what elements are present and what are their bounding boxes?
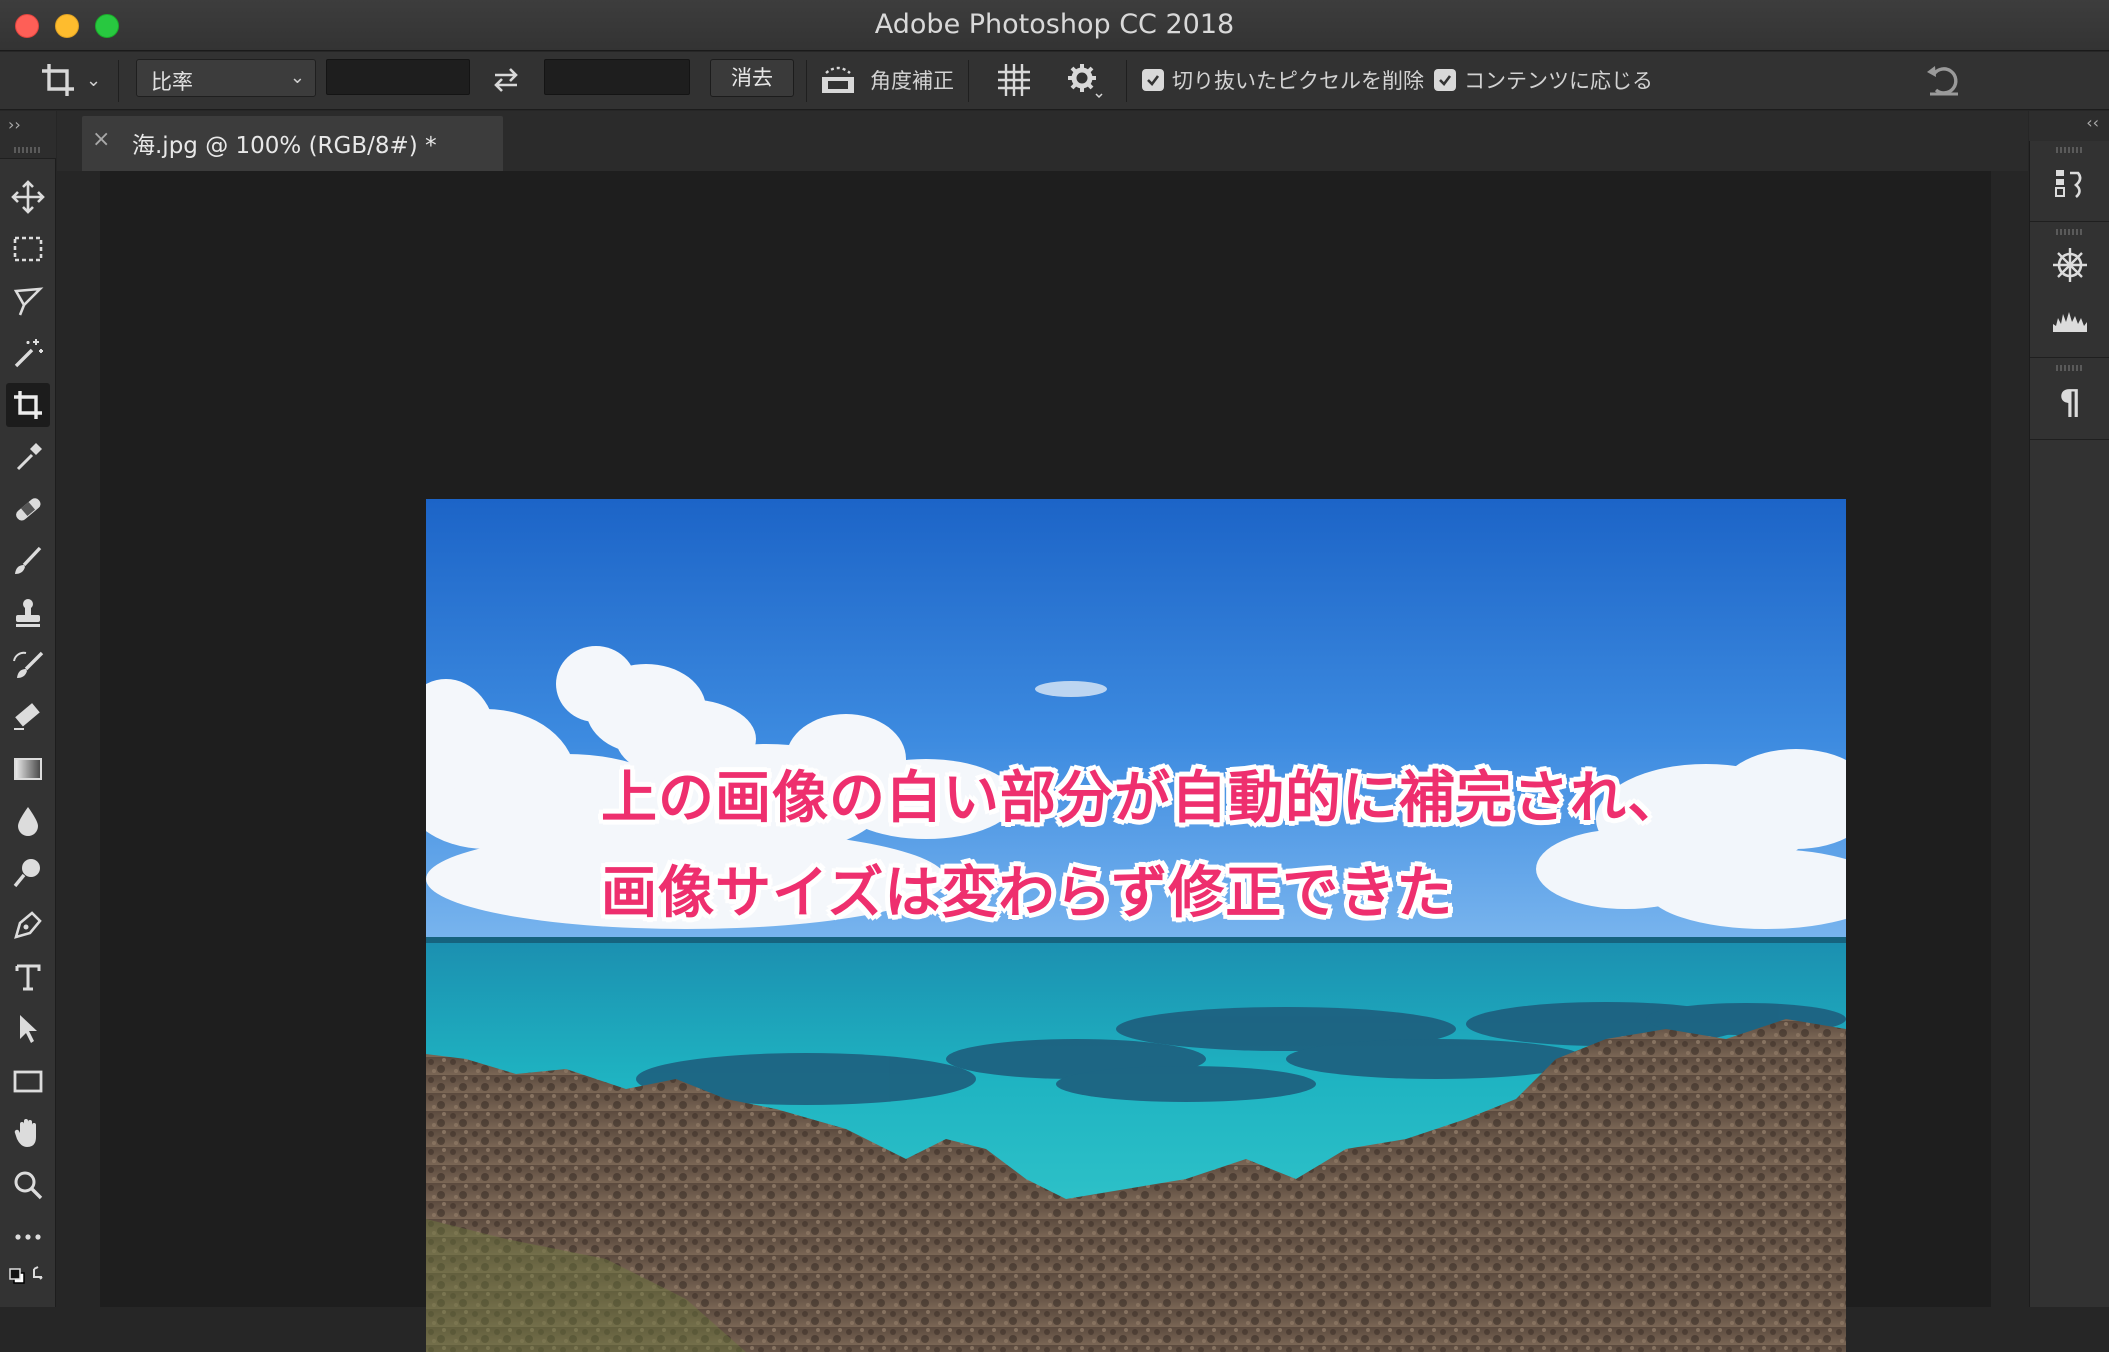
straighten-icon — [822, 66, 854, 93]
history-brush-tool[interactable] — [6, 643, 50, 687]
blur-tool[interactable] — [6, 799, 50, 843]
paragraph-icon: ¶ — [2059, 383, 2081, 423]
swap-arrows-icon — [494, 68, 518, 92]
dodge-tool[interactable] — [6, 851, 50, 895]
more-tools-button[interactable] — [6, 1215, 50, 1259]
overlay-text-line-2: 画像サイズは変わらず修正できた — [601, 861, 1454, 926]
chevron-down-icon: ⌄ — [86, 69, 102, 91]
rectangle-tool[interactable] — [6, 1059, 50, 1103]
bandage-icon — [16, 498, 41, 521]
height-field[interactable] — [544, 59, 690, 95]
default-colors-icon — [9, 1266, 43, 1284]
canvas-area[interactable]: 上の画像の白い部分が自動的に補完され、 画像サイズは変わらず修正できた — [100, 171, 1991, 1352]
reset-crop-button[interactable] — [1924, 60, 1964, 100]
move-tool[interactable] — [6, 175, 50, 219]
type-icon — [15, 964, 41, 991]
brush-icon — [15, 546, 42, 574]
pen-tool[interactable] — [6, 903, 50, 947]
type-tool[interactable] — [6, 955, 50, 999]
aspect-ratio-value: 比率 — [151, 70, 193, 94]
hand-tool[interactable] — [6, 1111, 50, 1155]
color-swatches[interactable] — [4, 1259, 52, 1299]
clear-button[interactable]: 消去 — [710, 59, 794, 97]
histogram-panel-button[interactable] — [2044, 293, 2096, 345]
eraser-tool[interactable] — [6, 695, 50, 739]
lasso-tool[interactable] — [6, 279, 50, 323]
collapse-dock-icon[interactable]: ‹‹ — [2086, 113, 2099, 132]
pen-icon — [14, 911, 42, 939]
panel-grip[interactable] — [2056, 229, 2084, 235]
crop-settings-button[interactable] — [1064, 60, 1104, 100]
toolbar-header: ›› — [0, 111, 56, 159]
crop-icon — [42, 64, 74, 96]
overlay-text-line-1: 上の画像の白い部分が自動的に補完され、 — [601, 766, 1685, 831]
water-drop-icon — [18, 807, 38, 836]
tool-preset-picker[interactable]: ⌄ — [38, 60, 101, 100]
title-bar: Adobe Photoshop CC 2018 — [0, 0, 2109, 51]
lasso-icon — [13, 287, 44, 316]
content-aware-label: コンテンツに応じる — [1464, 69, 1653, 93]
brush-tool[interactable] — [6, 539, 50, 583]
delete-cropped-pixels-checkbox[interactable]: 切り抜いたピクセルを削除 — [1142, 60, 1424, 100]
hand-icon — [14, 1119, 36, 1147]
overlay-options-button[interactable] — [994, 60, 1034, 100]
grid-overlay-icon — [998, 64, 1030, 96]
move-icon — [11, 180, 45, 214]
gear-icon — [1068, 64, 1103, 99]
crop-icon — [14, 391, 42, 419]
document-tab[interactable]: × 海.jpg @ 100% (RGB/8#) * — [82, 116, 503, 171]
arrow-cursor-icon — [20, 1015, 37, 1043]
chevron-down-icon: ⌄ — [289, 67, 305, 88]
straighten-button[interactable]: 角度補正 — [818, 60, 954, 100]
document-tab-title: 海.jpg @ 100% (RGB/8#) * — [132, 133, 437, 159]
healing-brush-tool[interactable] — [6, 487, 50, 531]
zoom-tool[interactable] — [6, 1163, 50, 1207]
magic-wand-tool[interactable] — [6, 331, 50, 375]
checkbox-checked-icon — [1434, 69, 1456, 91]
window-title: Adobe Photoshop CC 2018 — [874, 9, 1235, 40]
swap-dimensions-button[interactable] — [490, 60, 522, 100]
navigator-panel-button[interactable] — [2044, 239, 2096, 291]
delete-cropped-pixels-label: 切り抜いたピクセルを削除 — [1172, 69, 1424, 93]
stamp-icon — [16, 599, 40, 627]
right-dock-header: ‹‹ — [2029, 111, 2109, 141]
panel-grip[interactable] — [2056, 147, 2084, 153]
straighten-label: 角度補正 — [870, 69, 954, 93]
document-tab-bar: × 海.jpg @ 100% (RGB/8#) * — [57, 111, 2028, 171]
gradient-icon — [14, 758, 42, 780]
expand-toolbar-icon[interactable]: ›› — [8, 115, 21, 134]
document-image[interactable]: 上の画像の白い部分が自動的に補完され、 画像サイズは変わらず修正できた — [426, 499, 1846, 1352]
history-panel-icon — [2055, 170, 2082, 198]
histogram-icon — [2053, 312, 2087, 332]
history-panel-button[interactable] — [2044, 157, 2096, 209]
gradient-tool[interactable] — [6, 747, 50, 791]
crop-tool[interactable] — [6, 383, 50, 427]
path-selection-tool[interactable] — [6, 1007, 50, 1051]
rectangular-marquee-tool[interactable] — [6, 227, 50, 271]
close-tab-icon[interactable]: × — [92, 127, 110, 152]
clone-stamp-tool[interactable] — [6, 591, 50, 635]
dodge-icon — [13, 859, 40, 888]
history-brush-icon — [13, 651, 44, 678]
undo-icon — [1927, 66, 1958, 96]
magic-wand-icon — [14, 339, 43, 368]
content-aware-checkbox[interactable]: コンテンツに応じる — [1434, 60, 1653, 100]
magnifier-icon — [14, 1171, 43, 1200]
checkbox-checked-icon — [1142, 69, 1164, 91]
ellipsis-icon — [15, 1234, 41, 1240]
width-field[interactable] — [326, 59, 470, 95]
eyedropper-icon — [16, 443, 42, 471]
right-panel-dock: ¶ — [2029, 141, 2109, 1307]
rectangle-icon — [13, 1070, 43, 1093]
tools-panel — [0, 159, 56, 1307]
options-bar: ⌄ 比率 ⌄ 消去 角度補正 切り抜いたピクセルを削除 コンテンツに応じる — [0, 52, 2109, 110]
marquee-icon — [13, 236, 43, 262]
paragraph-panel-button[interactable]: ¶ — [2044, 377, 2096, 429]
navigator-icon — [2053, 248, 2087, 282]
panel-grip[interactable] — [2056, 365, 2084, 371]
aspect-ratio-select[interactable]: 比率 ⌄ — [136, 59, 316, 97]
panel-grip[interactable] — [14, 147, 42, 153]
eyedropper-tool[interactable] — [6, 435, 50, 479]
eraser-icon — [14, 703, 40, 730]
